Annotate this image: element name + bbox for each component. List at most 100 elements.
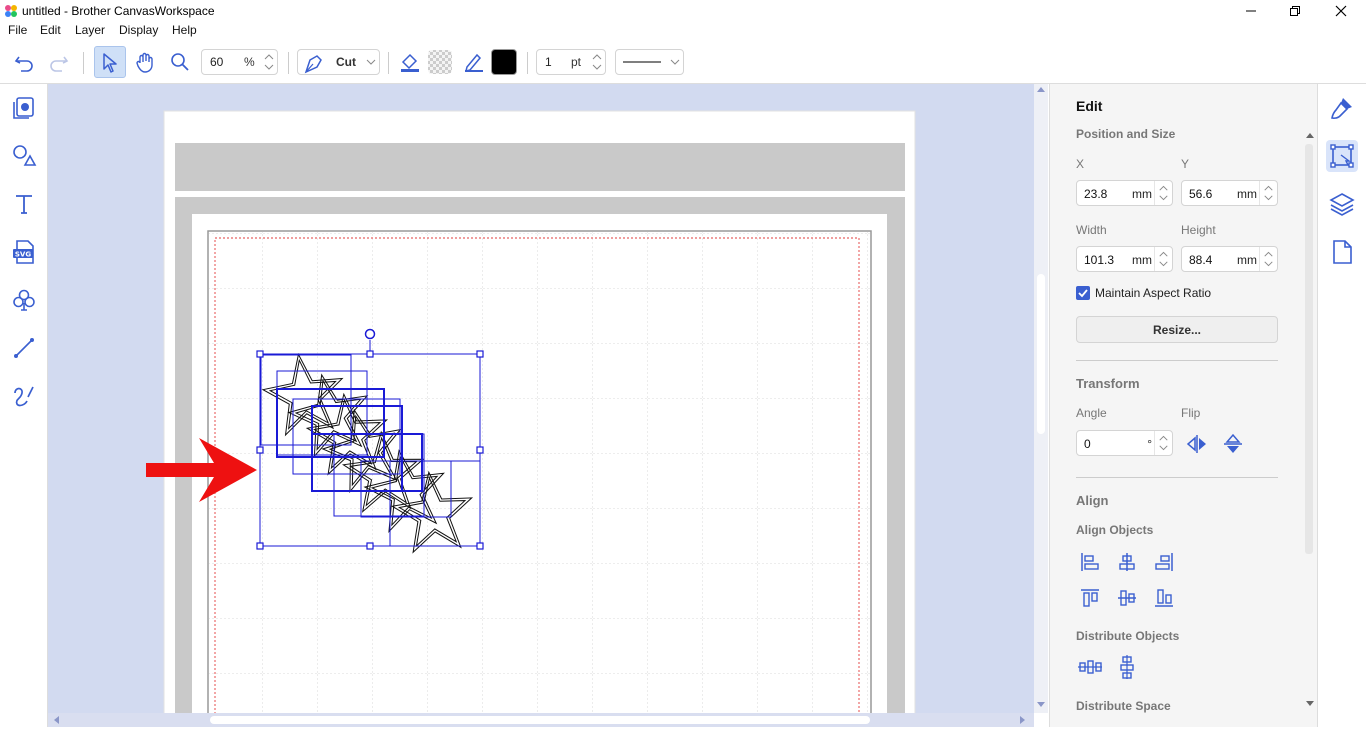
menu-layer[interactable]: Layer (75, 23, 105, 37)
tab-layers[interactable] (1328, 190, 1356, 218)
align-top-button[interactable] (1077, 585, 1103, 611)
object-list-button[interactable] (10, 94, 38, 122)
x-value: 23.8 (1084, 187, 1108, 201)
vertical-scrollbar[interactable] (1034, 84, 1048, 713)
restore-button[interactable] (1272, 0, 1318, 22)
redo-button[interactable] (45, 48, 73, 76)
chevron-down-icon (670, 59, 680, 65)
line-color-tool-button[interactable] (460, 48, 488, 76)
fill-tool-button[interactable] (396, 48, 424, 76)
hand-tool-button[interactable] (131, 48, 159, 76)
club-icon (13, 289, 35, 311)
width-label: Width (1076, 223, 1107, 237)
line-style-dropdown[interactable] (615, 49, 684, 75)
resize-handle[interactable] (256, 446, 264, 454)
x-label: X (1076, 157, 1085, 171)
spin-arrows-icon[interactable] (589, 50, 605, 74)
spin-arrows-icon[interactable] (1154, 181, 1172, 205)
right-panel-tabs (1317, 84, 1366, 727)
resize-handle[interactable] (366, 542, 374, 550)
line-style-icon (623, 61, 661, 63)
horizontal-scrollbar[interactable] (48, 713, 1034, 727)
spin-arrows-icon[interactable] (1259, 247, 1277, 271)
tab-page[interactable] (1328, 238, 1356, 266)
align-middle-button[interactable] (1114, 585, 1140, 611)
tool-mode-dropdown[interactable]: Cut (297, 49, 380, 75)
distribute-vertical-icon (1120, 655, 1134, 679)
layers-icon (1329, 193, 1355, 216)
chevron-down-icon (366, 59, 376, 65)
tab-edit[interactable] (1326, 140, 1358, 172)
resize-button[interactable]: Resize... (1076, 316, 1278, 343)
restore-icon (1290, 6, 1300, 16)
resize-handle[interactable] (256, 542, 264, 550)
hand-icon (136, 52, 153, 73)
close-button[interactable] (1318, 0, 1364, 22)
zoom-level-input[interactable]: 60 % (201, 49, 278, 75)
redo-icon (50, 56, 69, 72)
distribute-horizontal-button[interactable] (1077, 654, 1103, 680)
height-value: 88.4 (1189, 253, 1213, 267)
flip-label: Flip (1181, 406, 1201, 420)
width-unit: mm (1132, 253, 1152, 267)
width-field[interactable]: 101.3 mm (1076, 246, 1173, 272)
flip-horizontal-button[interactable] (1184, 431, 1210, 457)
undo-icon (14, 56, 33, 72)
scroll-down-icon[interactable] (1305, 700, 1315, 708)
panel-scrollbar[interactable] (1305, 144, 1313, 554)
shapes-icon (13, 145, 37, 166)
y-unit: mm (1237, 187, 1257, 201)
height-unit: mm (1237, 253, 1257, 267)
spin-arrows-icon[interactable] (1154, 431, 1172, 455)
distribute-vertical-button[interactable] (1114, 654, 1140, 680)
height-field[interactable]: 88.4 mm (1181, 246, 1278, 272)
line-color-swatch[interactable] (490, 48, 518, 76)
rotate-handle[interactable] (364, 328, 376, 340)
angle-field[interactable]: 0 ° (1076, 430, 1173, 456)
canvas-drawing[interactable] (48, 84, 1034, 713)
svg-file-icon: SVG (13, 240, 34, 264)
window-title: untitled - Brother CanvasWorkspace (22, 4, 215, 18)
distribute-horizontal-icon (1078, 660, 1102, 674)
tab-fill-properties[interactable] (1328, 94, 1356, 122)
resize-handle[interactable] (366, 350, 374, 358)
align-left-button[interactable] (1077, 549, 1103, 575)
edit-panel: Edit Position and Size X Y 23.8 mm 56.6 … (1049, 84, 1317, 727)
patterns-button[interactable] (10, 286, 38, 314)
resize-handle[interactable] (476, 542, 484, 550)
maintain-aspect-checkbox[interactable] (1076, 286, 1090, 300)
align-center-button[interactable] (1114, 549, 1140, 575)
line-tool-button[interactable] (10, 334, 38, 362)
text-tool-button[interactable] (10, 190, 38, 218)
spin-arrows-icon[interactable] (1259, 181, 1277, 205)
menu-help[interactable]: Help (172, 23, 197, 37)
text-icon (16, 195, 32, 214)
panel-title: Edit (1076, 98, 1103, 114)
zoom-tool-button[interactable] (166, 48, 194, 76)
y-position-field[interactable]: 56.6 mm (1181, 180, 1278, 206)
svg-import-button[interactable]: SVG (10, 238, 38, 266)
undo-button[interactable] (10, 48, 38, 76)
resize-handle[interactable] (256, 350, 264, 358)
menu-file[interactable]: File (8, 23, 27, 37)
design-canvas[interactable] (48, 84, 1034, 713)
align-bottom-button[interactable] (1151, 585, 1177, 611)
align-right-button[interactable] (1151, 549, 1177, 575)
angle-value: 0 (1084, 437, 1091, 451)
menu-display[interactable]: Display (119, 23, 158, 37)
resize-handle[interactable] (476, 350, 484, 358)
menu-edit[interactable]: Edit (40, 23, 61, 37)
left-toolbar: SVG (0, 84, 48, 727)
freehand-tool-button[interactable] (10, 382, 38, 410)
scroll-up-icon[interactable] (1305, 131, 1315, 139)
spin-arrows-icon[interactable] (1154, 247, 1172, 271)
x-position-field[interactable]: 23.8 mm (1076, 180, 1173, 206)
fill-color-swatch[interactable] (426, 48, 454, 76)
line-width-input[interactable]: 1 pt (536, 49, 606, 75)
flip-vertical-button[interactable] (1220, 431, 1246, 457)
select-tool-button[interactable] (94, 46, 126, 78)
minimize-button[interactable] (1228, 0, 1274, 22)
resize-handle[interactable] (476, 446, 484, 454)
shapes-tool-button[interactable] (10, 142, 38, 170)
spin-arrows-icon[interactable] (261, 50, 277, 74)
